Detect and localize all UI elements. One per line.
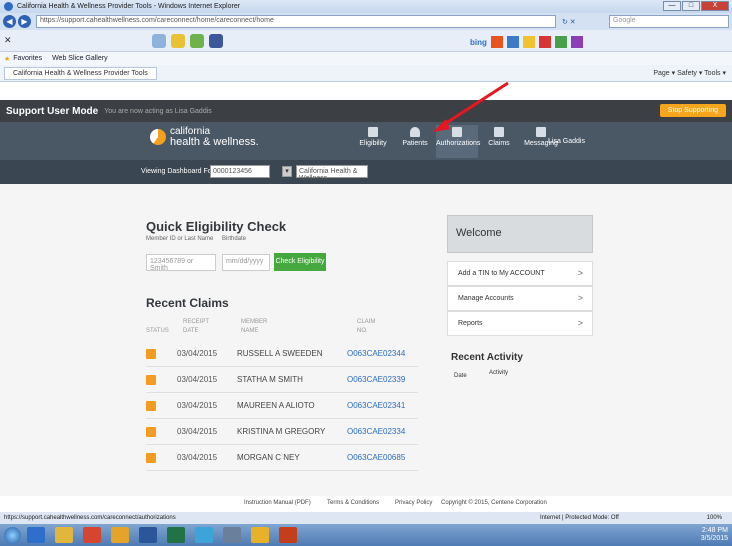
annotation-arrow bbox=[433, 81, 509, 132]
arrow-shaft bbox=[439, 81, 509, 129]
